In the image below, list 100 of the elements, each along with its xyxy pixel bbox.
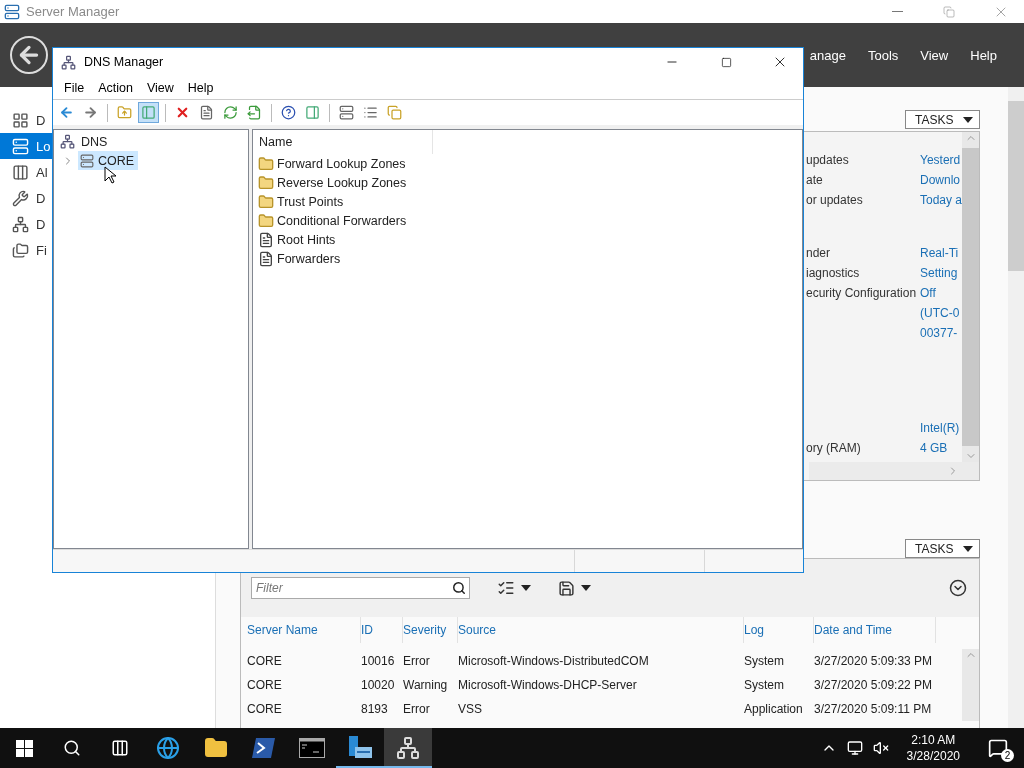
column-header[interactable]: ID [361, 617, 403, 643]
list-item[interactable]: Forward Lookup Zones [253, 154, 802, 173]
property-value[interactable]: 00377- [920, 323, 962, 343]
menu-item[interactable]: View [139, 80, 181, 95]
sidebar-icon [12, 137, 29, 155]
table-cell-text: 10016 [361, 653, 396, 670]
network-tree-icon [396, 736, 420, 760]
list-item[interactable]: Root Hints [253, 230, 802, 249]
column-header[interactable]: Name [253, 130, 433, 154]
minimize-icon [891, 11, 903, 12]
clock[interactable]: 2:10 AM 3/28/2020 [898, 732, 968, 764]
search-icon [452, 581, 466, 595]
globe-icon [156, 736, 180, 760]
tasks-button[interactable]: TASKS [905, 110, 980, 129]
column-header[interactable]: Date and Time [814, 617, 936, 643]
property-value[interactable]: Intel(R) [920, 418, 962, 438]
server-manager-icon [347, 735, 373, 761]
sidebar-icon [12, 163, 29, 181]
list-item[interactable]: Conditional Forwarders [253, 211, 802, 230]
menu-item[interactable]: View [920, 47, 949, 63]
action-pane-icon [305, 105, 320, 120]
server-manager-icon [4, 3, 20, 20]
list-item[interactable]: Reverse Lookup Zones [253, 173, 802, 192]
list-icon [363, 105, 378, 120]
properties-icon [199, 105, 214, 120]
table-cell-text: 3/27/2020 5:09:33 PM [814, 653, 934, 670]
tasks-button[interactable]: TASKS [905, 539, 980, 558]
caret-icon [963, 545, 973, 552]
list-item[interactable]: Forwarders [253, 249, 802, 268]
mouse-pointer-icon [104, 166, 116, 184]
sidebar-item[interactable]: D [0, 107, 52, 133]
taskbar-app[interactable] [384, 728, 432, 768]
caret-icon [521, 585, 531, 591]
property-value[interactable]: Yesterd [920, 150, 962, 170]
table-cell-text: CORE [247, 677, 283, 694]
property-value[interactable]: Setting [920, 263, 962, 283]
table-cell-text: CORE [247, 653, 283, 670]
column-header[interactable]: Log [744, 617, 814, 643]
property-value[interactable]: Today a [920, 190, 962, 210]
menu-item[interactable]: Tools [867, 47, 899, 63]
folder-icon [258, 212, 274, 229]
table-cell-text: Error [403, 701, 431, 718]
terminal-icon [299, 738, 325, 758]
property-value[interactable]: Off [920, 283, 962, 303]
sidebar-item[interactable]: D [0, 211, 52, 237]
property-label: nder [806, 245, 832, 262]
back-button[interactable] [10, 36, 48, 74]
column-header[interactable]: Source [458, 617, 744, 643]
console-tree-icon [141, 105, 156, 120]
scrollbar[interactable] [962, 649, 979, 721]
menu-item[interactable]: anage [809, 47, 846, 63]
table-cell-text: System [744, 677, 785, 694]
tree-item[interactable]: CORE [78, 151, 139, 170]
column-header[interactable]: Server Name [247, 617, 361, 643]
delete-icon [175, 105, 190, 120]
notification-icon[interactable] [988, 738, 1008, 758]
list-item[interactable]: Trust Points [253, 192, 802, 211]
export-list-icon [247, 105, 262, 120]
refresh-icon [223, 105, 238, 120]
menu-item[interactable]: Help [970, 47, 997, 63]
copy-icon [387, 105, 402, 120]
property-value[interactable]: Real-Ti [920, 243, 962, 263]
property-label: ory (RAM) [806, 440, 862, 457]
menu-item[interactable]: Help [180, 80, 221, 95]
tree-item[interactable]: DNS [79, 132, 112, 151]
maximize-icon [720, 56, 732, 68]
sidebar-item[interactable]: D [0, 185, 52, 211]
property-value[interactable]: Downlo [920, 170, 962, 190]
column-header[interactable]: Severity [403, 617, 458, 643]
search-icon [63, 739, 81, 757]
property-label: updates [806, 152, 850, 169]
view-options-button[interactable] [497, 579, 531, 597]
expand-button[interactable] [949, 579, 967, 597]
property-label: or updates [806, 192, 864, 209]
menu-item[interactable]: File [57, 80, 92, 95]
table-cell-text: Microsoft-Windows-DistributedCOM [458, 653, 650, 670]
table-cell-text: Microsoft-Windows-DHCP-Server [458, 677, 638, 694]
sidebar-icon [12, 215, 29, 233]
table-cell-text: 3/27/2020 5:09:22 PM [814, 677, 934, 694]
property-value[interactable]: (UTC-0 [920, 303, 962, 323]
save-query-button[interactable] [558, 579, 591, 597]
document-icon [258, 231, 274, 248]
notification-badge: 2 [1001, 749, 1014, 762]
volume-muted-icon[interactable] [872, 740, 889, 756]
sidebar-item[interactable]: Al [0, 159, 52, 185]
window-title: DNS Manager [84, 55, 165, 69]
sidebar-item[interactable]: Lo [0, 133, 52, 159]
scrollbar[interactable] [1008, 87, 1024, 728]
filter-field[interactable]: Filter [251, 577, 470, 599]
scrollbar[interactable] [962, 132, 979, 462]
sidebar-item[interactable]: Fi [0, 237, 52, 263]
property-value[interactable]: 4 GB [920, 438, 962, 458]
scrollbar[interactable] [809, 462, 979, 480]
task-view-icon [111, 739, 129, 757]
menu-item[interactable]: Action [91, 80, 140, 95]
caret-icon [963, 116, 973, 123]
table-cell-text: Application [744, 701, 804, 718]
table-cell-text: 8193 [361, 701, 389, 718]
folder-icon [258, 174, 274, 191]
table-cell-text: 10020 [361, 677, 396, 694]
